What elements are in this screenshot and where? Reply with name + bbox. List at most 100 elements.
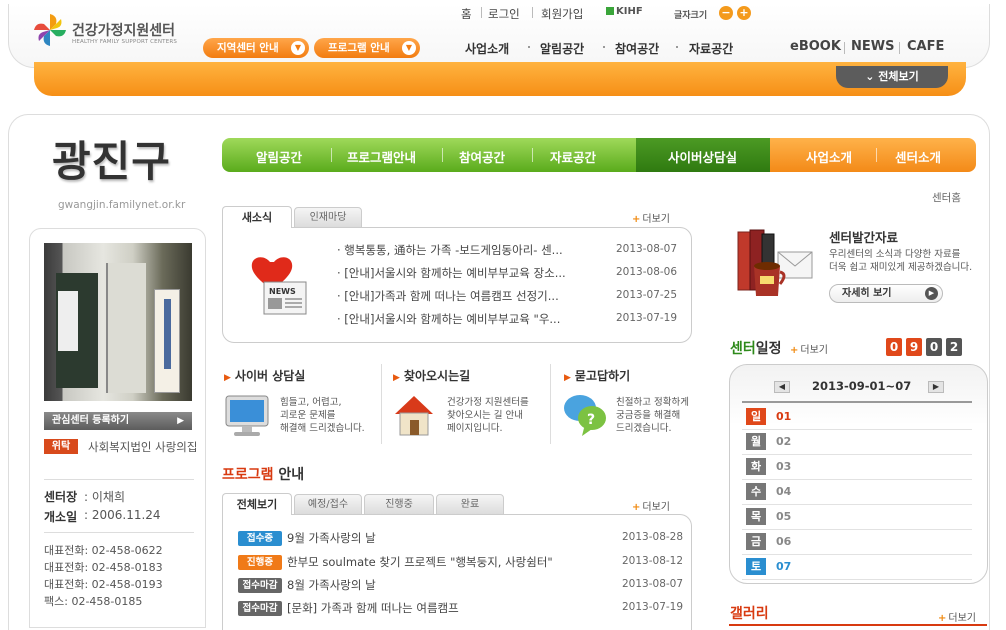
quick-cyber-counsel[interactable]: ▶ 사이버 상담실 xyxy=(224,367,305,384)
news-link[interactable]: NEWS xyxy=(851,39,894,54)
logo[interactable]: 건강가정지원센터 HEALTHY FAMILY SUPPORT CENTERS xyxy=(32,12,182,52)
news-item[interactable]: · [안내]서울시와 함께하는 예비부부교육 "우... xyxy=(337,311,599,327)
day-number[interactable]: 06 xyxy=(776,535,791,548)
quick-qna[interactable]: ▶ 묻고답하기 xyxy=(564,367,630,384)
quick-qna-label: 묻고답하기 xyxy=(574,369,631,383)
program-item[interactable]: [문화] 가족과 함께 떠나는 여름캠프 xyxy=(287,600,459,616)
login-link[interactable]: 로그인 xyxy=(488,6,520,22)
tab-notice[interactable]: 알림공간 xyxy=(256,147,302,166)
visit-counter-digit: 0 xyxy=(886,338,902,356)
heart-newspaper-icon: NEWS xyxy=(251,257,307,315)
tab-news[interactable]: 새소식 xyxy=(222,206,292,228)
phone-2: 대표전화: 02-458-0183 xyxy=(44,561,163,574)
chevron-right-icon: ▶ xyxy=(925,287,938,300)
svg-text:NEWS: NEWS xyxy=(269,287,296,296)
divider xyxy=(676,46,678,48)
next-week-button[interactable]: ▶ xyxy=(928,381,944,393)
program-date: 2013-07-19 xyxy=(622,601,684,613)
program-status-badge: 접수마감 xyxy=(238,578,282,593)
program-item[interactable]: 한부모 soulmate 찾기 프로젝트 "행복둥지, 사랑쉼터" xyxy=(287,554,553,570)
divider xyxy=(742,454,972,455)
photo-window xyxy=(106,263,146,393)
tab-resources[interactable]: 자료공간 xyxy=(550,147,596,166)
tab-business[interactable]: 사업소개 xyxy=(806,147,852,166)
program-more-link[interactable]: + 더보기 xyxy=(632,498,670,513)
day-number[interactable]: 04 xyxy=(776,485,791,498)
tab-cyber-counsel[interactable]: 사이버상담실 xyxy=(668,147,737,166)
register-center-label: 관심센터 등록하기 xyxy=(52,415,130,426)
desc-line: 해결해 드리겠습니다. xyxy=(280,423,365,434)
publication-title: 센터발간자료 xyxy=(829,230,899,245)
news-item[interactable]: · 행복통통, 通하는 가족 -보드게임동아리- 센... xyxy=(337,242,599,258)
program-title-rest: 안내 xyxy=(273,467,305,483)
tab-program-done[interactable]: 완료 xyxy=(436,494,504,515)
program-label: 프로그램 안내 xyxy=(328,42,390,54)
schedule-more-label: 더보기 xyxy=(800,345,828,356)
schedule-more-link[interactable]: + 더보기 xyxy=(790,341,828,356)
chevron-down-icon: ▼ xyxy=(402,41,416,55)
kihf-link[interactable]: KIHF xyxy=(606,6,643,17)
desc-line: 궁금증을 해결해 xyxy=(616,410,681,421)
signup-link[interactable]: 회원가입 xyxy=(541,6,583,22)
day-number[interactable]: 03 xyxy=(776,460,791,473)
gnav-notice[interactable]: 알림공간 xyxy=(540,40,584,57)
chevron-down-icon: ⌄ xyxy=(865,70,879,83)
desc-line: 페이지입니다. xyxy=(447,423,503,434)
tab-jobs[interactable]: 인재마당 xyxy=(294,207,362,228)
news-date: 2013-07-25 xyxy=(616,289,678,301)
day-number[interactable]: 02 xyxy=(776,435,791,448)
program-status-badge: 접수중 xyxy=(238,531,282,546)
program-title-accent: 프로그램 xyxy=(222,467,274,483)
tab-program-all[interactable]: 전체보기 xyxy=(222,493,292,515)
gnav-participation[interactable]: 참여공간 xyxy=(615,40,659,57)
plus-icon: + xyxy=(632,214,641,225)
tab-program-scheduled[interactable]: 예정/접수 xyxy=(294,494,362,515)
register-center-button[interactable]: 관심센터 등록하기 ▶ xyxy=(44,412,192,430)
day-number[interactable]: 05 xyxy=(776,510,791,523)
program-dropdown[interactable]: 프로그램 안내 ▼ xyxy=(314,38,420,58)
publication-detail-button[interactable]: 자세히 보기 ▶ xyxy=(829,284,943,303)
divider xyxy=(742,479,972,480)
gnav-business[interactable]: 사업소개 xyxy=(465,40,509,57)
region-center-dropdown[interactable]: 지역센터 안내 ▼ xyxy=(203,38,309,58)
tab-participation[interactable]: 참여공간 xyxy=(459,147,505,166)
region-url: gwangjin.familynet.or.kr xyxy=(58,199,186,211)
weekday-badge: 토 xyxy=(746,558,766,575)
weekday-badge: 화 xyxy=(746,458,766,475)
program-date: 2013-08-07 xyxy=(622,578,684,590)
tab-center-intro[interactable]: 센터소개 xyxy=(895,147,941,166)
day-number[interactable]: 07 xyxy=(776,560,791,573)
news-more-link[interactable]: + 더보기 xyxy=(632,210,670,225)
tab-program[interactable]: 프로그램안내 xyxy=(347,147,416,166)
divider xyxy=(331,148,332,162)
divider xyxy=(481,7,482,18)
day-number[interactable]: 01 xyxy=(776,410,791,423)
program-status-badge: 진행중 xyxy=(238,555,282,570)
gallery-more-link[interactable]: + 더보기 xyxy=(938,609,976,624)
font-decrease-button[interactable]: − xyxy=(719,6,733,20)
prev-week-button[interactable]: ◀ xyxy=(774,381,790,393)
font-increase-button[interactable]: + xyxy=(737,6,751,20)
cafe-link[interactable]: CAFE xyxy=(907,39,944,54)
all-view-button[interactable]: ⌄ 전체보기 xyxy=(836,66,948,88)
quick-directions[interactable]: ▶ 찾아오시는길 xyxy=(393,367,470,384)
gnav-resources[interactable]: 자료공간 xyxy=(689,40,733,57)
program-title: 프로그램 안내 xyxy=(222,464,304,484)
publication-desc: 우리센터의 소식과 다양한 자료를 더욱 쉽고 재미있게 제공하겠습니다. xyxy=(829,248,972,274)
schedule-title: 센터일정 xyxy=(730,338,782,358)
program-item[interactable]: 8월 가족사랑의 날 xyxy=(287,577,376,593)
desc-line: 건강가정 지원센터를 xyxy=(447,397,529,408)
news-item[interactable]: · [안내]서울시와 함께하는 예비부부교육 장소... xyxy=(337,265,599,281)
news-item[interactable]: · [안내]가족과 함께 떠나는 여름캠프 선정기... xyxy=(337,288,599,304)
program-item[interactable]: 9월 가족사랑의 날 xyxy=(287,530,376,546)
ebook-link[interactable]: eBOOK xyxy=(790,39,841,54)
divider xyxy=(844,42,845,54)
weekday-badge: 금 xyxy=(746,533,766,550)
tab-program-ongoing[interactable]: 진행중 xyxy=(364,494,434,515)
center-home-link[interactable]: 센터홈 xyxy=(932,190,961,205)
all-view-label: 전체보기 xyxy=(878,70,919,83)
logo-title: 건강가정지원센터 xyxy=(72,23,176,39)
home-link[interactable]: 홈 xyxy=(461,6,472,22)
divider xyxy=(381,364,382,444)
photo-board xyxy=(58,291,78,351)
